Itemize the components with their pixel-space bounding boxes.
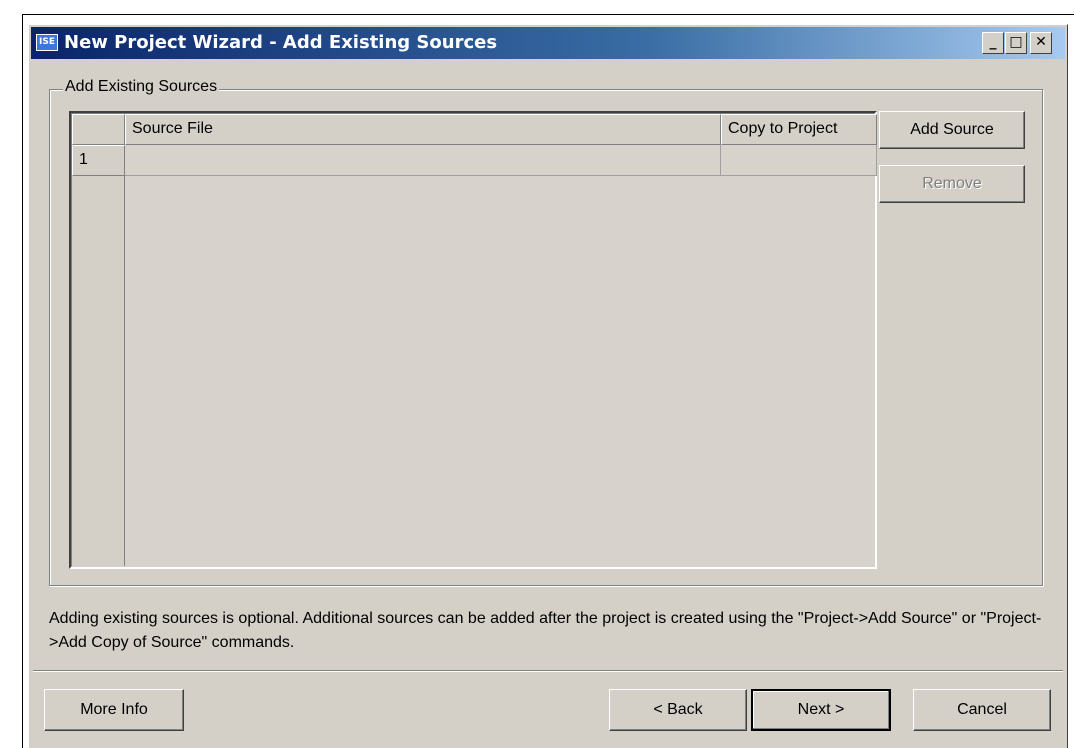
maximize-button[interactable]: □ <box>1005 32 1027 54</box>
title-bar[interactable]: ISE New Project Wizard - Add Existing So… <box>31 27 1065 59</box>
column-header-copy-to-project[interactable]: Copy to Project <box>721 114 877 145</box>
row-header-1[interactable]: 1 <box>72 145 125 176</box>
source-file-cell[interactable] <box>125 145 721 176</box>
app-icon: ISE <box>36 34 58 51</box>
add-source-button[interactable]: Add Source <box>879 111 1025 149</box>
next-button[interactable]: Next > <box>751 689 891 731</box>
back-button[interactable]: < Back <box>609 689 747 731</box>
sources-grid[interactable]: Source File Copy to Project 1 <box>69 111 877 569</box>
cancel-button[interactable]: Cancel <box>913 689 1051 731</box>
groupbox-label: Add Existing Sources <box>63 78 220 96</box>
footer-separator <box>33 670 1063 672</box>
info-text: Adding existing sources is optional. Add… <box>49 610 1042 651</box>
grid-data-area[interactable] <box>125 176 874 566</box>
minimize-icon: _ <box>989 34 997 50</box>
row-header-column <box>72 114 125 566</box>
close-icon: ✕ <box>1035 34 1047 50</box>
wizard-window: ISE New Project Wizard - Add Existing So… <box>28 24 1068 748</box>
close-button[interactable]: ✕ <box>1030 32 1052 54</box>
minimize-button[interactable]: _ <box>982 32 1004 54</box>
grid-corner-header <box>72 114 125 145</box>
copy-to-project-cell[interactable] <box>721 145 877 176</box>
window-title: New Project Wizard - Add Existing Source… <box>64 32 498 53</box>
maximize-icon: □ <box>1009 34 1023 50</box>
column-header-source-file[interactable]: Source File <box>125 114 721 145</box>
more-info-button[interactable]: More Info <box>44 689 184 731</box>
remove-button[interactable]: Remove <box>879 165 1025 203</box>
grid-inner: Source File Copy to Project 1 <box>71 113 877 567</box>
